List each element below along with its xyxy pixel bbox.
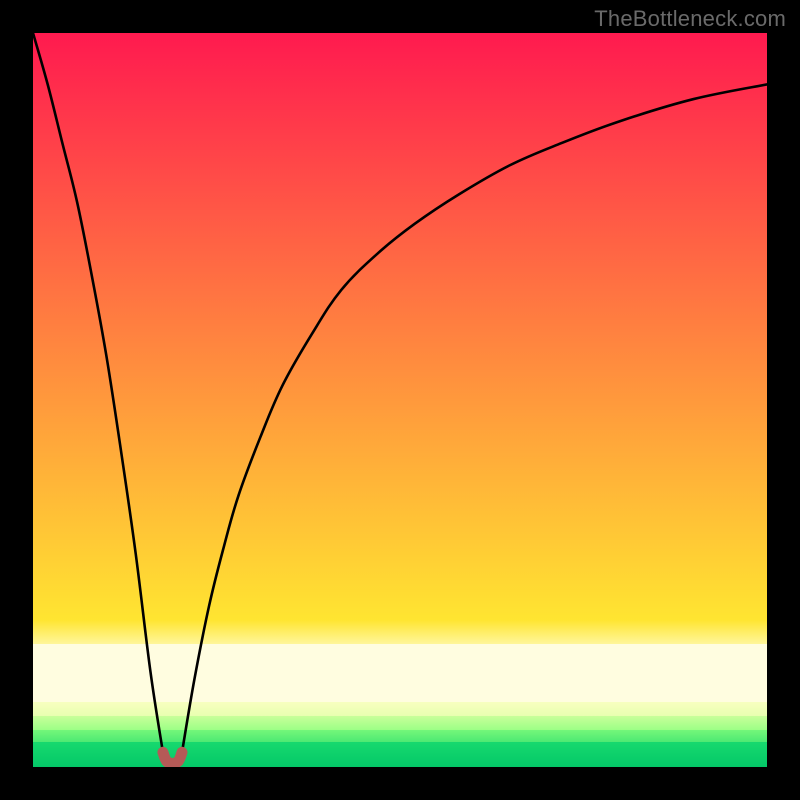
- bottom-marker: [163, 752, 182, 763]
- curve-layer: [33, 33, 767, 767]
- watermark-text: TheBottleneck.com: [594, 6, 786, 32]
- curve-right-branch: [182, 84, 767, 752]
- plot-area: [33, 33, 767, 767]
- chart-frame: TheBottleneck.com: [0, 0, 800, 800]
- curve-left-branch: [33, 33, 163, 752]
